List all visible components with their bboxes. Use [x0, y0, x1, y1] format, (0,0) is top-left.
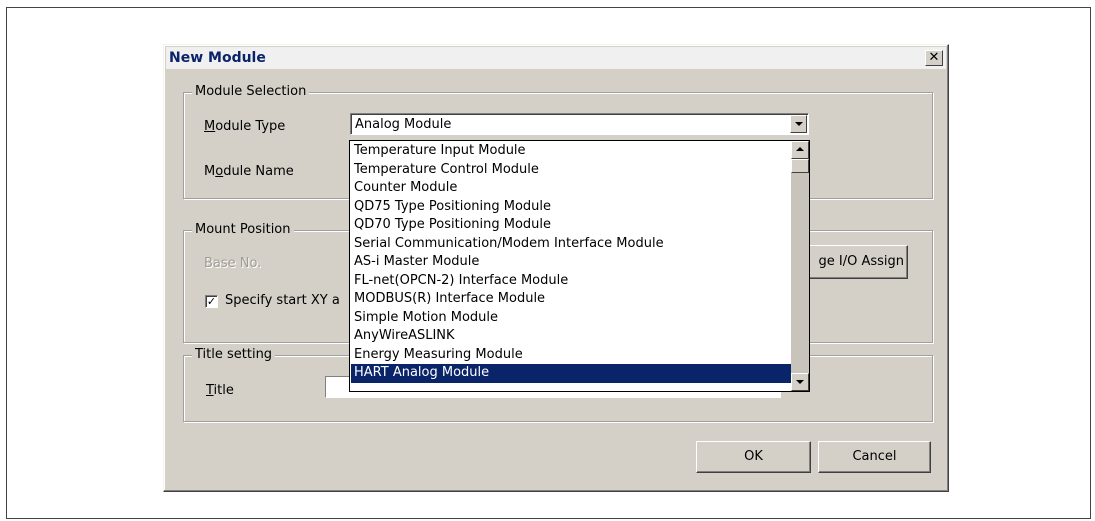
dropdown-option[interactable]: HART Analog Module [351, 364, 791, 383]
mount-position-label: Mount Position [192, 222, 294, 237]
scroll-up-button[interactable] [791, 141, 809, 159]
chevron-up-icon [796, 147, 804, 151]
base-no-label: Base No. [204, 256, 262, 271]
dropdown-option[interactable]: Energy Measuring Module [351, 346, 791, 365]
module-selection-label: Module Selection [192, 84, 310, 99]
dropdown-option[interactable]: QD75 Type Positioning Module [351, 198, 791, 217]
module-type-value: Analog Module [355, 117, 452, 132]
dropdown-option[interactable]: MODBUS(R) Interface Module [351, 290, 791, 309]
chevron-down-icon [795, 122, 803, 126]
module-type-dropdown-list[interactable]: Temperature Input Module Temperature Cont… [349, 140, 810, 392]
dropdown-option[interactable]: QD70 Type Positioning Module [351, 216, 791, 235]
module-type-label: Module Type [204, 119, 286, 134]
dropdown-option[interactable]: Temperature Control Module [351, 161, 791, 180]
dropdown-option[interactable]: AS-i Master Module [351, 253, 791, 272]
scroll-thumb[interactable] [791, 159, 809, 173]
module-name-label: Module Name [204, 164, 294, 179]
title-setting-label: Title setting [192, 347, 276, 362]
ok-button[interactable]: OK [696, 441, 811, 473]
title-bar: New Module ✕ [166, 47, 946, 69]
scroll-down-button[interactable] [791, 373, 809, 391]
chevron-down-icon [796, 380, 804, 384]
close-icon[interactable]: ✕ [925, 50, 943, 66]
cancel-button[interactable]: Cancel [818, 441, 931, 473]
dropdown-option[interactable]: AnyWireASLINK [351, 327, 791, 346]
module-type-select[interactable]: Analog Module [350, 113, 809, 135]
dropdown-option[interactable]: Counter Module [351, 179, 791, 198]
dropdown-option[interactable]: Serial Communication/Modem Interface Mod… [351, 235, 791, 254]
title-label: Title [206, 383, 234, 398]
change-io-assign-button[interactable]: ge I/O Assign [794, 245, 908, 279]
dropdown-option[interactable]: Temperature Input Module [351, 142, 791, 161]
dropdown-option[interactable]: FL-net(OPCN-2) Interface Module [351, 272, 791, 291]
dialog-title: New Module [169, 50, 266, 66]
dropdown-option[interactable]: Simple Motion Module [351, 309, 791, 328]
specify-start-label: Specify start XY a [225, 293, 340, 308]
dropdown-scrollbar[interactable] [791, 141, 809, 391]
specify-start-checkbox[interactable]: ✓ [205, 295, 218, 308]
module-type-dropdown-button[interactable] [790, 115, 807, 133]
scroll-track[interactable] [791, 173, 809, 373]
